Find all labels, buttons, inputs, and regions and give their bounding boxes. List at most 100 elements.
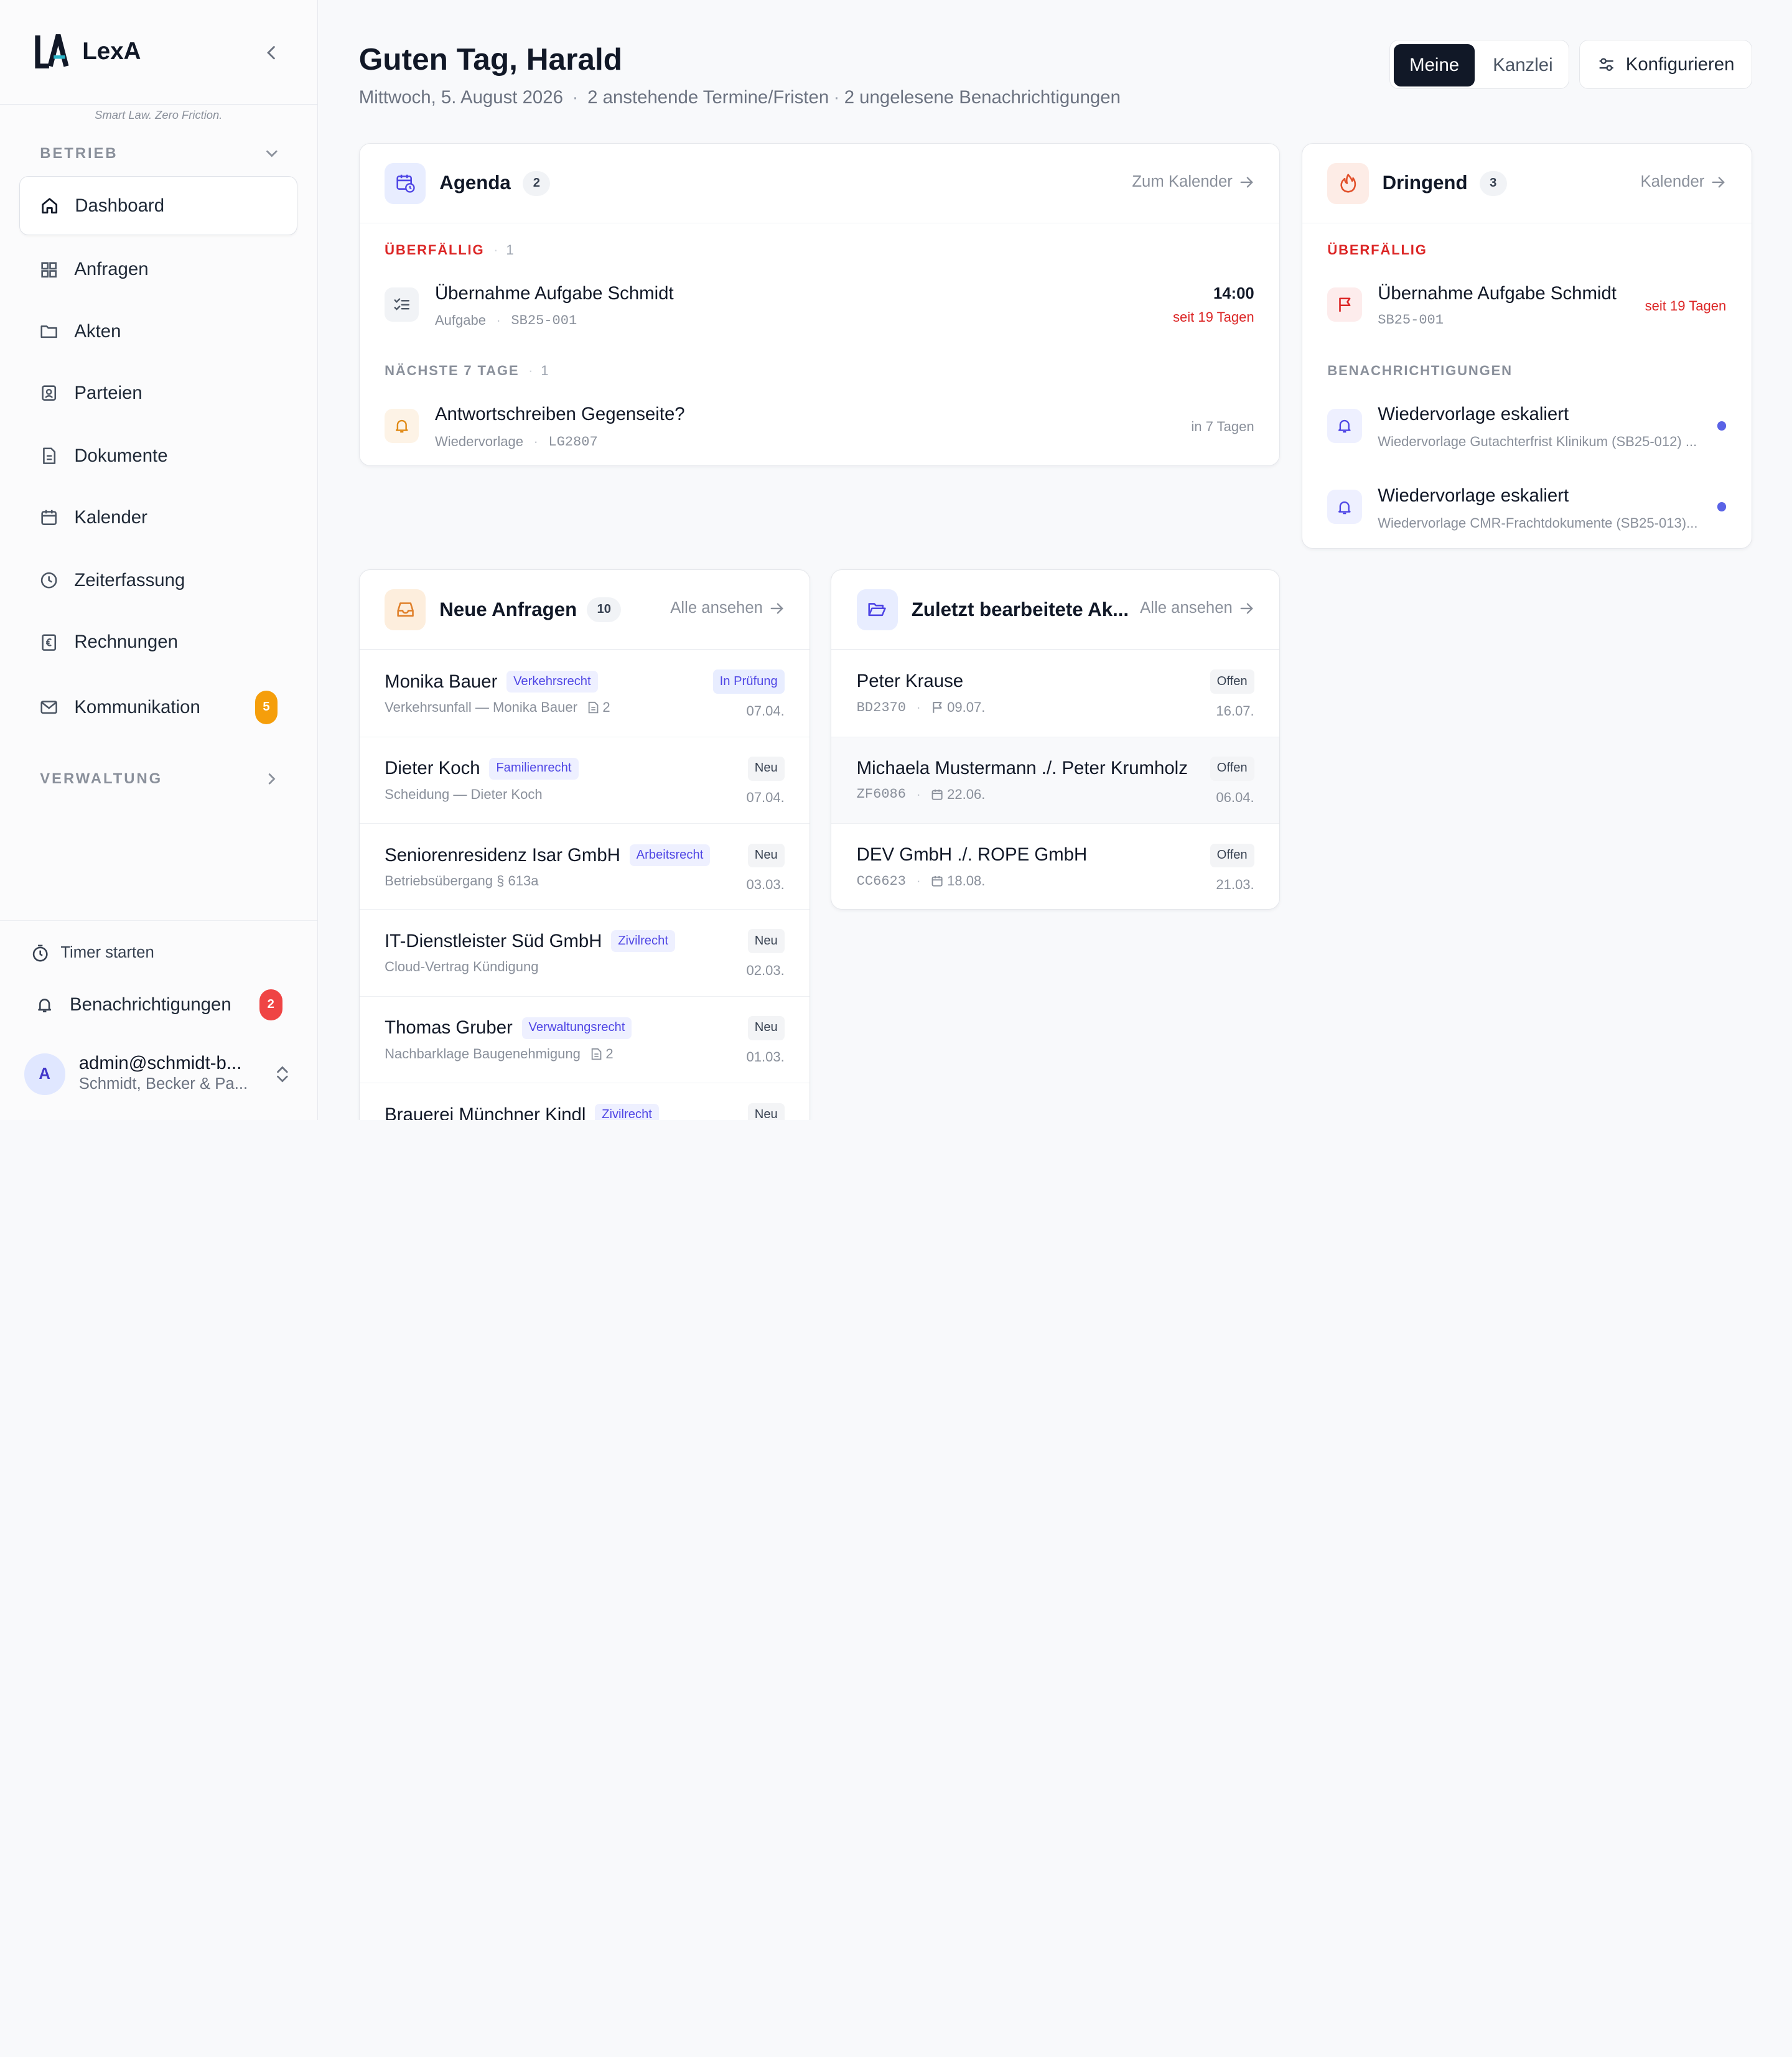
section-betrieb-label: BETRIEB <box>40 145 118 162</box>
configure-label: Konfigurieren <box>1625 54 1735 75</box>
scope-toggle: Meine Kanzlei <box>1389 40 1569 90</box>
all-files-link[interactable]: Alle ansehen <box>1140 599 1254 617</box>
request-name: Monika Bauer Verkehrsrecht <box>385 671 598 693</box>
agenda-item-time: 14:00 <box>1213 285 1254 303</box>
recent-files-title: Zuletzt bearbeitete Ak... <box>911 598 1129 620</box>
request-row[interactable]: Thomas Gruber Verwaltungsrecht Nachbarkla… <box>359 996 810 1083</box>
arrow-right-icon <box>1240 177 1253 188</box>
agenda-icon-wrap <box>385 162 426 204</box>
avatar: A <box>24 1053 65 1095</box>
chevron-down-icon <box>266 151 278 157</box>
request-client: Dieter Koch <box>385 758 480 779</box>
file-row[interactable]: DEV GmbH ./. ROPE GmbH CC6623 · 18.08. Off… <box>831 823 1280 909</box>
urgent-icon-wrap <box>1327 162 1369 204</box>
pending-deadlines: 2 anstehende Termine/Fristen <box>587 86 829 108</box>
overdue-label-text: ÜBERFÄLLIG <box>385 241 485 258</box>
request-name: Brauerei Münchner Kindl Zivilrecht <box>385 1104 659 1120</box>
document-count-icon <box>591 1048 601 1060</box>
notifications-button[interactable]: Benachrichtigungen 2 <box>35 989 287 1020</box>
reminder-icon-wrap <box>385 408 419 443</box>
item-type: Wiedervorlage <box>434 434 523 450</box>
sidebar-item-anfragen[interactable]: Anfragen <box>19 240 297 300</box>
start-timer-button[interactable]: Timer starten <box>31 944 154 962</box>
agenda-overdue-label: ÜBERFÄLLIG · 1 <box>385 241 515 258</box>
file-meta: BD2370 · 09.07. <box>856 699 986 716</box>
recent-files-card: Zuletzt bearbeitete Ak... Alle ansehen P… <box>831 569 1281 910</box>
status-badge: Neu <box>747 1015 785 1040</box>
arrow-right-icon <box>770 603 783 614</box>
file-ref: ZF6086 <box>856 786 906 803</box>
notification-text: Wiedervorlage Gutachterfrist Klinikum (S… <box>1378 434 1697 450</box>
sidebar-item-dokumente[interactable]: Dokumente <box>19 426 297 486</box>
sidebar-item-zeiterfassung[interactable]: Zeiterfassung <box>19 551 297 610</box>
request-subject: Nachbarklage Baugenehmigung 2 <box>385 1046 613 1062</box>
sidebar-item-parteien[interactable]: Parteien <box>19 363 297 423</box>
document-count: 2 <box>602 699 610 716</box>
request-name: Thomas Gruber Verwaltungsrecht <box>385 1017 632 1039</box>
request-row[interactable]: Brauerei Münchner Kindl Zivilrecht Neu <box>359 1083 810 1120</box>
sidebar: LexA Smart Law. Zero Friction. BETRIEB D… <box>0 0 318 1120</box>
folder-open-icon <box>868 603 886 617</box>
request-row[interactable]: Monika Bauer Verkehrsrecht Verkehrsunfall… <box>359 650 810 737</box>
urgent-calendar-link[interactable]: Kalender <box>1640 173 1726 191</box>
sidebar-item-label: Kommunikation <box>74 696 200 717</box>
sidebar-item-label: Anfragen <box>74 259 149 280</box>
status-badge: Offen <box>1210 843 1254 868</box>
request-row[interactable]: IT-Dienstleister Süd GmbH Zivilrecht Clou… <box>359 909 810 996</box>
request-subject: Betriebsübergang § 613a <box>385 873 539 889</box>
file-row[interactable]: Michaela Mustermann ./. Peter Krumholz Z… <box>831 736 1280 824</box>
user-email: admin@schmidt-b... <box>78 1052 242 1073</box>
sidebar-item-label: Rechnungen <box>74 632 178 653</box>
file-date: 16.07. <box>1216 702 1254 719</box>
scope-mine-button[interactable]: Meine <box>1393 44 1475 86</box>
status-badge: Neu <box>747 757 785 781</box>
practice-area-tag: Arbeitsrecht <box>629 844 711 867</box>
file-name: DEV GmbH ./. ROPE GmbH <box>856 844 1088 865</box>
file-row[interactable]: Peter Krause BD2370 · 09.07. Offen 16.07. <box>831 650 1280 737</box>
practice-area-tag: Zivilrecht <box>611 930 675 953</box>
request-subject-text: Verkehrsunfall — Monika Bauer <box>385 699 577 716</box>
contact-icon <box>42 385 57 401</box>
agenda-item-overdue-since: seit 19 Tagen <box>1173 309 1254 325</box>
scope-firm-button[interactable]: Kanzlei <box>1480 44 1567 86</box>
brand-logo[interactable]: LexA <box>34 34 141 69</box>
bell-icon <box>395 420 408 433</box>
urgent-title: Dringend <box>1382 172 1468 194</box>
next-count: 1 <box>541 363 550 379</box>
request-subject: Verkehrsunfall — Monika Bauer 2 <box>385 699 610 716</box>
brand-tagline: Smart Law. Zero Friction. <box>95 108 223 122</box>
sidebar-item-dashboard[interactable]: Dashboard <box>19 175 297 236</box>
sidebar-item-kommunikation[interactable]: Kommunikation 5 <box>19 678 297 737</box>
status-badge: Offen <box>1210 669 1254 694</box>
urgent-item-meta: SB25-001 <box>1378 312 1444 328</box>
request-client: Seniorenresidenz Isar GmbH <box>385 844 620 865</box>
agenda-next-label: NÄCHSTE 7 TAGE · 1 <box>385 363 550 379</box>
all-files-label: Alle ansehen <box>1140 599 1233 617</box>
sidebar-item-akten[interactable]: Akten <box>19 302 297 361</box>
sidebar-item-kalender[interactable]: Kalender <box>19 488 297 548</box>
to-calendar-link[interactable]: Zum Kalender <box>1132 173 1254 191</box>
notification-title: Wiedervorlage eskaliert <box>1378 404 1569 425</box>
unread-notifications: 2 ungelesene Benachrichtigungen <box>844 86 1121 108</box>
user-menu[interactable]: A admin@schmidt-b... Schmidt, Becker & P… <box>24 1052 299 1097</box>
file-meta: ZF6086 · 22.06. <box>856 786 986 803</box>
notification-title: Wiedervorlage eskaliert <box>1378 485 1569 506</box>
practice-area-tag: Familienrecht <box>489 757 579 780</box>
request-row[interactable]: Dieter Koch Familienrecht Scheidung — Die… <box>359 736 810 824</box>
collapse-sidebar-icon[interactable] <box>263 44 281 62</box>
stopwatch-icon <box>32 945 48 962</box>
configure-button[interactable]: Konfigurieren <box>1579 40 1752 90</box>
section-verwaltung-toggle[interactable]: VERWALTUNG <box>40 770 280 788</box>
request-row[interactable]: Seniorenresidenz Isar GmbH Arbeitsrecht B… <box>359 823 810 910</box>
all-requests-link[interactable]: Alle ansehen <box>670 599 785 617</box>
request-date: 02.03. <box>746 962 785 978</box>
request-date: 01.03. <box>746 1049 785 1065</box>
sidebar-item-rechnungen[interactable]: Rechnungen <box>19 612 297 672</box>
unread-dot <box>1717 421 1727 431</box>
grid-icon <box>41 262 57 278</box>
bell-icon <box>38 999 52 1013</box>
current-date: Mittwoch, 5. August 2026 <box>358 86 563 108</box>
section-betrieb-toggle[interactable]: BETRIEB <box>40 145 280 162</box>
chevron-up-down-icon <box>276 1066 288 1083</box>
overdue-count: 1 <box>506 241 515 258</box>
